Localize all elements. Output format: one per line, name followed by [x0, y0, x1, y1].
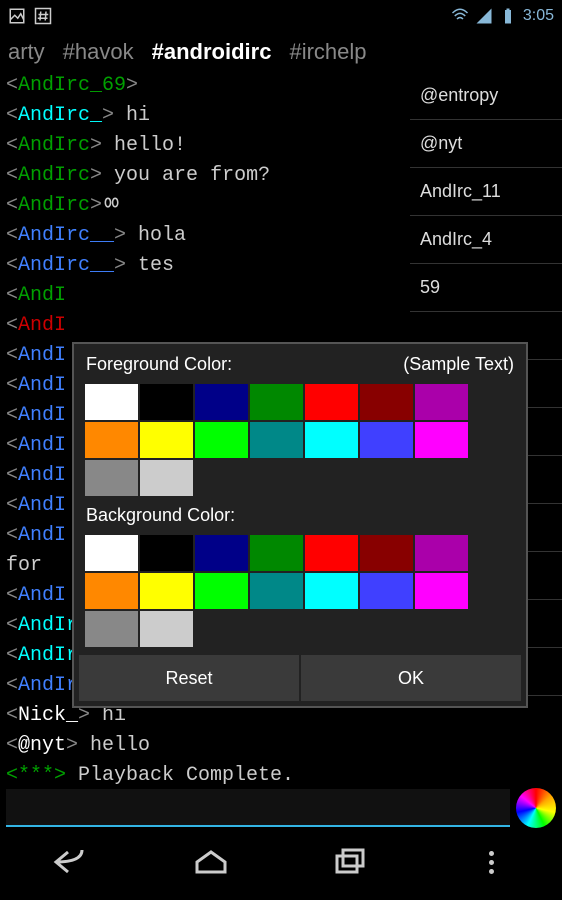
- bg-color-swatch[interactable]: [304, 534, 359, 572]
- bg-color-swatch[interactable]: [359, 572, 414, 610]
- fg-color-swatch[interactable]: [249, 383, 304, 421]
- tab-androidirc[interactable]: #androidirc: [152, 39, 272, 65]
- fg-swatches: [78, 381, 522, 499]
- bg-color-swatch[interactable]: [84, 534, 139, 572]
- recent-button[interactable]: [321, 842, 381, 882]
- fg-color-swatch[interactable]: [359, 421, 414, 459]
- chat-line: <AndIrc> hello!: [6, 132, 404, 160]
- home-button[interactable]: [181, 842, 241, 882]
- signal-icon: [475, 7, 493, 25]
- fg-color-swatch[interactable]: [359, 383, 414, 421]
- user-item[interactable]: @entropy: [410, 72, 562, 120]
- fg-color-swatch[interactable]: [414, 383, 469, 421]
- bg-color-swatch[interactable]: [249, 534, 304, 572]
- fg-color-swatch[interactable]: [304, 421, 359, 459]
- bg-color-swatch[interactable]: [84, 572, 139, 610]
- background-label: Background Color:: [86, 505, 235, 526]
- bg-color-swatch[interactable]: [139, 534, 194, 572]
- color-wheel-button[interactable]: [516, 788, 556, 828]
- foreground-label: Foreground Color:: [86, 354, 232, 375]
- bg-color-swatch[interactable]: [84, 610, 139, 648]
- chat-line: <AndIrc> you are from?: [6, 162, 404, 190]
- bg-swatches: [78, 532, 522, 650]
- fg-color-swatch[interactable]: [139, 421, 194, 459]
- chat-line: <AndIrc__> tes: [6, 252, 404, 280]
- fg-color-swatch[interactable]: [249, 421, 304, 459]
- menu-button[interactable]: [462, 842, 522, 882]
- back-button[interactable]: [40, 842, 100, 882]
- fg-color-swatch[interactable]: [304, 383, 359, 421]
- clock: 3:05: [523, 7, 554, 25]
- ok-button[interactable]: OK: [300, 654, 522, 702]
- status-bar: 3:05: [0, 0, 562, 32]
- tab-arty[interactable]: arty: [8, 39, 45, 65]
- fg-color-swatch[interactable]: [139, 459, 194, 497]
- fg-color-swatch[interactable]: [84, 421, 139, 459]
- chat-line: <AndIrc__> hola: [6, 222, 404, 250]
- user-item[interactable]: AndIrc_11: [410, 168, 562, 216]
- tab-havok[interactable]: #havok: [63, 39, 134, 65]
- user-item[interactable]: AndIrc_4: [410, 216, 562, 264]
- channel-tabs: arty #havok #androidirc #irchelp: [0, 32, 562, 72]
- fg-color-swatch[interactable]: [84, 383, 139, 421]
- bg-color-swatch[interactable]: [194, 572, 249, 610]
- tab-irchelp[interactable]: #irchelp: [289, 39, 366, 65]
- reset-button[interactable]: Reset: [78, 654, 300, 702]
- fg-color-swatch[interactable]: [194, 421, 249, 459]
- wifi-icon: [451, 7, 469, 25]
- bg-color-swatch[interactable]: [359, 534, 414, 572]
- bg-color-swatch[interactable]: [414, 534, 469, 572]
- bg-color-swatch[interactable]: [249, 572, 304, 610]
- fg-color-swatch[interactable]: [139, 383, 194, 421]
- sample-text: (Sample Text): [403, 354, 514, 375]
- user-item[interactable]: 59: [410, 264, 562, 312]
- battery-icon: [499, 7, 517, 25]
- fg-color-swatch[interactable]: [84, 459, 139, 497]
- picture-icon: [8, 7, 26, 25]
- chat-line: <AndI: [6, 282, 404, 310]
- navigation-bar: [0, 832, 562, 892]
- chat-area: <AndIrc_69><AndIrc_> hi<AndIrc> hello!<A…: [0, 72, 562, 832]
- bg-color-swatch[interactable]: [139, 572, 194, 610]
- chat-line: <AndIrc_69>: [6, 72, 404, 100]
- bg-color-swatch[interactable]: [304, 572, 359, 610]
- chat-line: <AndIrc_> hi: [6, 102, 404, 130]
- chat-line: <AndI: [6, 312, 404, 340]
- bg-color-swatch[interactable]: [194, 534, 249, 572]
- message-input[interactable]: [6, 789, 510, 827]
- bg-color-swatch[interactable]: [414, 572, 469, 610]
- input-bar: [0, 784, 562, 832]
- chat-line: <@nyt> hello: [6, 732, 404, 760]
- fg-color-swatch[interactable]: [194, 383, 249, 421]
- fg-color-swatch[interactable]: [414, 421, 469, 459]
- user-item[interactable]: @nyt: [410, 120, 562, 168]
- bg-color-swatch[interactable]: [139, 610, 194, 648]
- color-picker-dialog: Foreground Color: (Sample Text) Backgrou…: [72, 342, 528, 708]
- chat-line: <AndIrc>ㆀ: [6, 192, 404, 220]
- hash-icon: [34, 7, 52, 25]
